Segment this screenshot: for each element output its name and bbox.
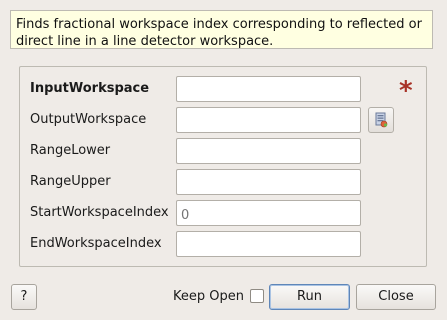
row-input-workspace: InputWorkspace * [20,76,426,106]
row-end-workspace-index: EndWorkspaceIndex [20,231,426,257]
algorithm-description: Finds fractional workspace index corresp… [10,10,433,49]
output-workspace-field[interactable] [176,107,361,133]
input-workspace-field[interactable] [176,76,361,102]
range-lower-label: RangeLower [30,143,111,158]
output-workspace-label: OutputWorkspace [30,112,147,127]
row-range-upper: RangeUpper [20,169,426,195]
start-workspace-index-label: StartWorkspaceIndex [30,205,169,220]
start-workspace-index-field[interactable] [176,200,361,226]
workspace-browse-icon [375,112,388,128]
keep-open-label: Keep Open [173,289,244,304]
end-workspace-index-field[interactable] [176,231,361,257]
row-range-lower: RangeLower [20,138,426,164]
end-workspace-index-label: EndWorkspaceIndex [30,236,162,251]
workspace-browse-button[interactable] [368,107,394,133]
required-marker-icon: * [399,76,413,106]
range-lower-field[interactable] [176,138,361,164]
range-upper-field[interactable] [176,169,361,195]
row-output-workspace: OutputWorkspace [20,107,426,133]
run-button[interactable]: Run [269,284,350,310]
keep-open-checkbox[interactable] [250,289,264,303]
close-button[interactable]: Close [356,284,436,310]
row-start-workspace-index: StartWorkspaceIndex [20,200,426,226]
properties-panel: InputWorkspace * OutputWorkspace RangeLo… [19,66,427,267]
help-button[interactable]: ? [11,284,37,310]
input-workspace-label: InputWorkspace [30,81,150,96]
range-upper-label: RangeUpper [30,174,111,189]
